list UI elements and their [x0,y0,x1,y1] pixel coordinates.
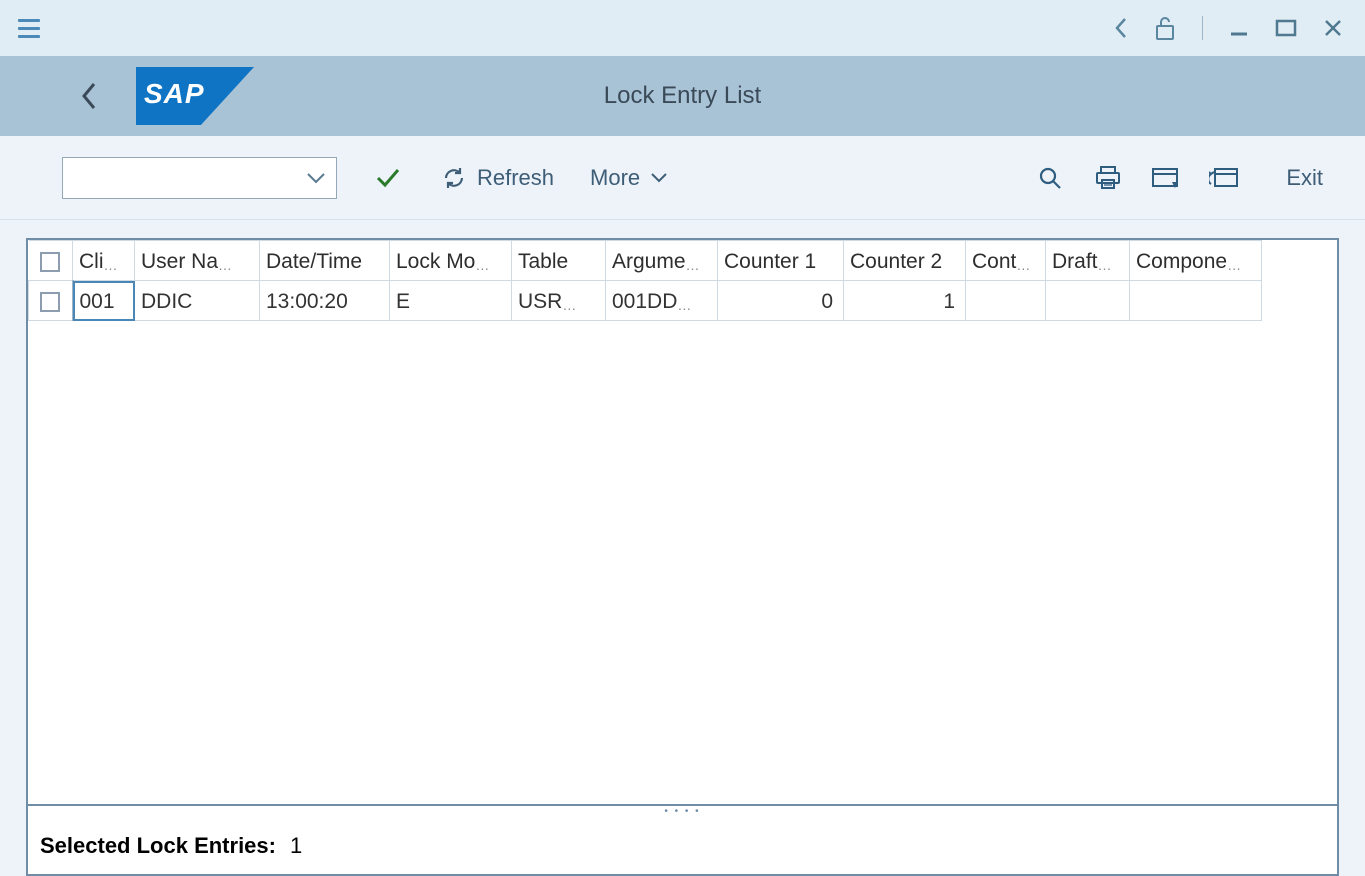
command-field[interactable] [62,157,337,199]
app-toolbar: Refresh More Exit [0,136,1365,220]
col-argument[interactable]: Argume… [606,241,718,281]
cell-datetime[interactable]: 13:00:20 [260,281,390,321]
accept-button[interactable] [375,167,401,189]
col-component[interactable]: Compone… [1130,241,1262,281]
print-icon [1094,165,1122,191]
close-session-button[interactable] [1206,166,1242,190]
table-row[interactable]: 001 DDIC 13:00:20 E USR… 001DD… 0 1 [29,281,1337,321]
col-draft[interactable]: Draft… [1046,241,1130,281]
close-icon[interactable] [1323,18,1343,38]
col-client[interactable]: Cli… [73,241,135,281]
row-checkbox[interactable] [40,292,60,312]
close-window-icon [1209,166,1239,190]
chevron-left-icon[interactable] [1114,17,1128,39]
col-table[interactable]: Table [512,241,606,281]
new-window-icon [1151,166,1181,190]
lock-table: Cli… User Na… Date/Time Lock Mo… Table A… [26,238,1339,806]
col-lockmode[interactable]: Lock Mo… [390,241,512,281]
titlebar-divider [1202,16,1203,40]
refresh-button[interactable]: Refresh [441,165,554,191]
sap-logo-text: SAP [144,78,205,110]
cell-user[interactable]: DDIC [135,281,260,321]
refresh-icon [441,165,467,191]
select-all-checkbox[interactable] [40,252,60,272]
back-button[interactable] [80,81,98,111]
sap-logo: SAP [136,67,254,125]
splitter-handle[interactable]: • • • • [26,806,1339,818]
cell-client[interactable]: 001 [73,281,135,321]
lock-open-icon[interactable] [1154,15,1176,41]
col-counter1[interactable]: Counter 1 [718,241,844,281]
col-datetime[interactable]: Date/Time [260,241,390,281]
search-icon [1037,165,1063,191]
refresh-label: Refresh [477,165,554,191]
col-counter2[interactable]: Counter 2 [844,241,966,281]
cell-draft[interactable] [1046,281,1130,321]
cell-argument[interactable]: 001DD… [606,281,718,321]
status-panel: Selected Lock Entries: 1 [26,818,1339,876]
print-button[interactable] [1090,165,1126,191]
minimize-icon[interactable] [1229,18,1249,38]
content-area: Cli… User Na… Date/Time Lock Mo… Table A… [0,220,1365,876]
status-value: 1 [290,833,302,859]
table-header-row: Cli… User Na… Date/Time Lock Mo… Table A… [29,241,1337,281]
check-icon [375,167,401,189]
window-titlebar [0,0,1365,56]
header-bar: SAP Lock Entry List [0,56,1365,136]
exit-button[interactable]: Exit [1286,165,1323,191]
cell-table[interactable]: USR… [512,281,606,321]
new-session-button[interactable] [1148,166,1184,190]
cell-counter2[interactable]: 1 [844,281,966,321]
cell-lockmode[interactable]: E [390,281,512,321]
maximize-icon[interactable] [1275,18,1297,38]
search-button[interactable] [1032,165,1068,191]
status-label: Selected Lock Entries: [40,833,276,859]
menu-icon[interactable] [18,19,40,38]
col-context[interactable]: Cont… [966,241,1046,281]
chevron-down-icon [650,172,668,184]
chevron-down-icon [306,172,326,184]
cell-component[interactable] [1130,281,1262,321]
cell-counter1[interactable]: 0 [718,281,844,321]
cell-context[interactable] [966,281,1046,321]
more-button[interactable]: More [590,165,668,191]
col-user[interactable]: User Na… [135,241,260,281]
more-label: More [590,165,640,191]
